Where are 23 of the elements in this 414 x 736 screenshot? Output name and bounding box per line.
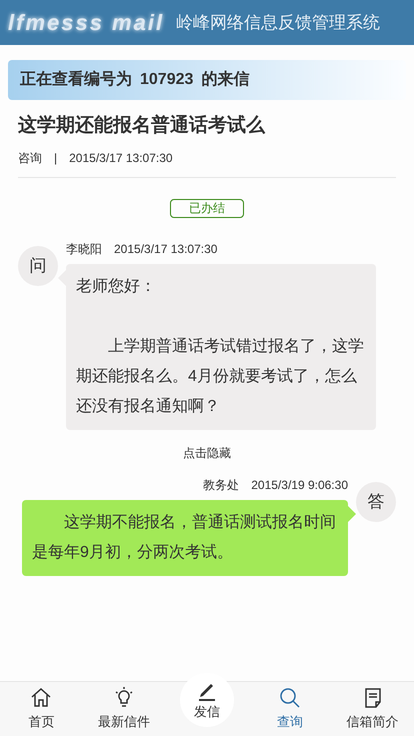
author-name: 教务处 [203, 476, 240, 494]
banner-text: 的来信 [201, 70, 250, 90]
separator: | [54, 150, 58, 166]
letter-category: 咨询 [18, 150, 42, 166]
letter-number: 107923 [140, 70, 194, 90]
logo: lfmesss mail [8, 9, 164, 37]
message-time: 2015/3/19 9:06:30 [251, 476, 348, 494]
nav-tab[interactable]: 最新信件 [82, 682, 166, 736]
nav-tab[interactable]: 信箱简介 [331, 682, 414, 736]
letter-time: 2015/3/17 13:07:30 [69, 150, 173, 166]
nav-tab[interactable]: 查询 [248, 682, 332, 736]
system-title: 岭峰网络信息反馈管理系统 [176, 12, 380, 34]
letter-title: 这学期还能报名普通话考试么 [18, 113, 266, 138]
message-text: 上学期普通话考试错过报名了，这学期还能报名么。4月份就要考试了，怎么还没有报名通知啊？ [76, 336, 365, 416]
author-name: 李晓阳 [66, 240, 102, 258]
banner-text: 正在查看编号为 [20, 69, 132, 90]
message-text: 这学期不能报名，普通话测试报名时间是每年9月初，分两次考试。 [32, 512, 337, 562]
message-time: 2015/3/17 13:07:30 [114, 240, 218, 258]
message-text: 老师您好： [76, 276, 157, 296]
status-badge: 已办结 [170, 198, 244, 218]
hide-toggle-link[interactable]: 点击隐藏 [183, 444, 231, 462]
search-icon [278, 686, 302, 710]
nav-tab[interactable]: 首页 [0, 682, 83, 736]
